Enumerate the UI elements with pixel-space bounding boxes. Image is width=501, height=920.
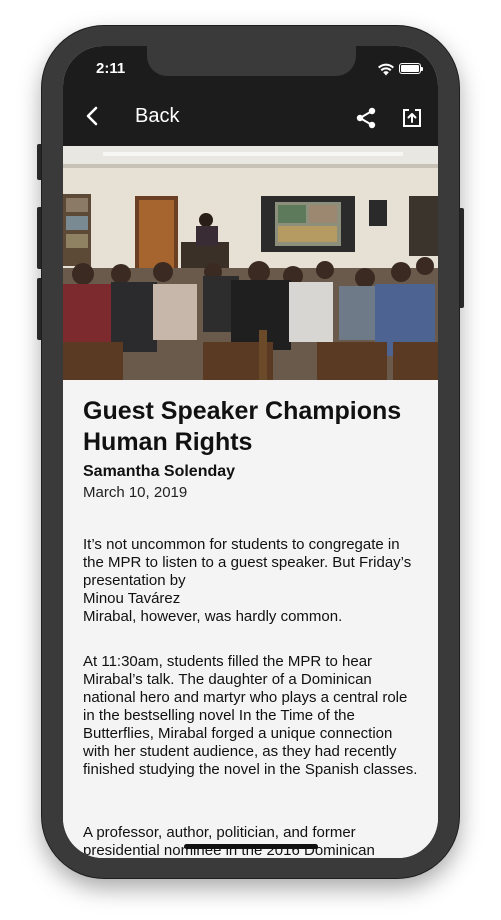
article-hero-image xyxy=(63,146,438,380)
back-label: Back xyxy=(135,104,180,127)
article-paragraph: A professor, author, politician, and for… xyxy=(83,824,375,858)
battery-icon xyxy=(399,63,423,74)
wifi-icon xyxy=(378,63,394,76)
home-indicator[interactable] xyxy=(184,844,318,849)
share-icon[interactable] xyxy=(355,106,377,130)
article-body: Guest Speaker Champions Human Rights Sam… xyxy=(63,380,438,858)
article-paragraph: At 11:30am, students filled the MPR to h… xyxy=(83,653,418,778)
notch xyxy=(147,46,356,76)
article-title: Guest Speaker Champions Human Rights xyxy=(83,397,402,456)
article-date: March 10, 2019 xyxy=(83,484,188,501)
open-external-icon[interactable] xyxy=(401,107,423,129)
status-time: 2:11 xyxy=(96,60,126,77)
navigation-bar: 2:11 Back xyxy=(63,46,438,146)
back-button[interactable]: Back xyxy=(81,104,179,128)
phone-screen: 2:11 Back Guest Speaker Champions Human … xyxy=(63,46,438,858)
article-paragraph: It’s not uncommon for students to congre… xyxy=(83,536,412,625)
article-author: Samantha Solenday xyxy=(83,463,236,480)
chevron-left-icon xyxy=(86,106,98,126)
